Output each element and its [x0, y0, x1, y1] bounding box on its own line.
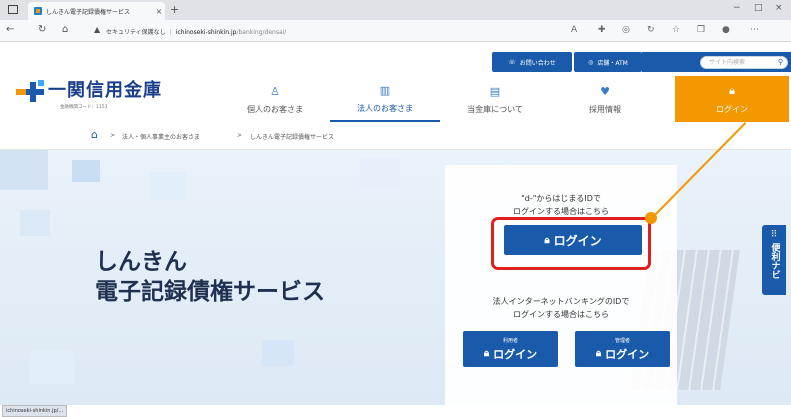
document-icon: ▤	[489, 85, 501, 98]
callout-dot	[645, 212, 657, 224]
recruit-icon: ♥	[600, 85, 610, 98]
decor-square	[262, 340, 294, 366]
branch-atm-label: 店舗・ATM	[597, 59, 628, 67]
decor-square	[0, 150, 48, 190]
browser-tab-bar: しんきん電子記録債権サービス × + − □ ×	[0, 0, 791, 20]
search-placeholder: サイト内検索	[709, 59, 746, 66]
location-pin-icon: ◎	[588, 58, 594, 66]
person-icon: ♙	[270, 85, 280, 98]
close-window-button[interactable]: ×	[775, 3, 783, 13]
lock-icon: 🔒︎	[595, 348, 602, 359]
nav-personal-label: 個人のお客さま	[247, 105, 303, 114]
lock-icon: 🔒︎	[483, 348, 490, 359]
phone-icon: ☏	[508, 58, 516, 66]
breadcrumb-separator: >	[110, 132, 116, 139]
nav-personal[interactable]: ♙ 個人のお客さま	[220, 78, 330, 122]
decor-square	[150, 172, 186, 200]
tab-title: しんきん電子記録債権サービス	[46, 8, 131, 16]
url-host: ichinoseki-shinkin.jp	[175, 29, 237, 36]
site-favicon-icon	[34, 7, 42, 15]
security-warning-text: セキュリティ保護なし	[106, 29, 166, 36]
extension-icon[interactable]: ✚	[598, 25, 606, 35]
ib-text-line1: 法人インターネットバンキングのIDで	[492, 297, 630, 306]
contact-button[interactable]: ☏ お問い合わせ	[492, 52, 572, 72]
bank-logo-text[interactable]: 一関信用金庫	[48, 76, 162, 102]
nav-corporate-label: 法人のお客さま	[357, 104, 413, 113]
url-field[interactable]: セキュリティ保護なし | ichinoseki-shinkin.jp/banking…	[106, 27, 286, 36]
logo-mark-icon	[16, 80, 44, 102]
decor-square	[30, 350, 74, 384]
back-icon[interactable]: ←	[6, 24, 14, 35]
nav-about-label: 当金庫について	[467, 105, 523, 114]
bank-code-text: 金融機関コード：1153	[60, 105, 108, 110]
collections-icon[interactable]: ❐	[697, 25, 705, 35]
refresh-sync-icon[interactable]: ↻	[647, 25, 655, 35]
decor-square	[20, 210, 50, 236]
side-navi-button[interactable]: ⠿ 便利ナビ	[762, 225, 786, 295]
contact-label: お問い合わせ	[519, 59, 556, 67]
site-search-input[interactable]: サイト内検索 ⚲	[700, 56, 788, 69]
decor-square	[72, 160, 100, 182]
status-bar-url: ichinoseki-shinkin.jp/...	[2, 405, 68, 417]
app-icon[interactable]: ◎	[622, 25, 630, 35]
address-bar: ← ↻ ⌂ ▲ セキュリティ保護なし | ichinoseki-shinkin.jp…	[0, 20, 791, 42]
login-panel: "d-"からはじまるIDで ログインする場合はこちら 🔒︎ ログイン 法人インタ…	[445, 165, 677, 405]
new-tab-button[interactable]: +	[170, 3, 179, 16]
window-menu-icon[interactable]	[8, 5, 18, 14]
favorite-icon[interactable]: ☆	[672, 25, 680, 35]
nav-login-label: ログイン	[716, 104, 748, 114]
minimize-button[interactable]: −	[733, 3, 741, 13]
user-button-small-label: 利用者	[502, 337, 518, 344]
admin-button-label: ログイン	[605, 347, 650, 361]
nav-login-button[interactable]: 🔒︎ ログイン	[675, 76, 789, 122]
hero-banner: しんきん 電子記録債権サービス "d-"からはじまるIDで ログインする場合はこ…	[0, 150, 791, 405]
home-icon[interactable]: ⌂	[62, 24, 68, 35]
read-aloud-icon[interactable]: A	[571, 25, 577, 35]
breadcrumb-current: しんきん電子記録債権サービス	[250, 134, 335, 141]
decor-square	[360, 158, 400, 188]
grid-icon: ⠿	[770, 230, 778, 240]
user-login-button[interactable]: 利用者 🔒︎ ログイン	[463, 331, 558, 367]
url-path: /banking/densai/	[236, 29, 287, 36]
breadcrumb-home-icon[interactable]: ⌂	[91, 128, 98, 141]
d-id-text-line1: "d-"からはじまるIDで	[521, 194, 601, 203]
hero-title-line1: しんきん	[95, 249, 187, 275]
browser-tab[interactable]: しんきん電子記録債権サービス ×	[28, 2, 165, 20]
building-icon: ▥	[379, 84, 391, 97]
tab-close-icon[interactable]: ×	[153, 7, 165, 16]
side-navi-label: 便利ナビ	[769, 243, 780, 279]
maximize-button[interactable]: □	[754, 3, 763, 13]
branch-atm-button[interactable]: ◎ 店舗・ATM	[574, 52, 642, 72]
nav-recruit-label: 採用情報	[589, 105, 621, 114]
admin-login-button[interactable]: 管理者 🔒︎ ログイン	[575, 331, 670, 367]
highlight-frame	[491, 217, 651, 270]
hero-title-line2: 電子記録債権サービス	[95, 279, 325, 305]
ib-text-line2: ログインする場合はこちら	[513, 310, 609, 319]
lock-icon: 🔒︎	[729, 83, 735, 97]
reload-icon[interactable]: ↻	[38, 24, 46, 35]
more-menu-icon[interactable]: ⋯	[750, 25, 759, 35]
search-icon[interactable]: ⚲	[778, 57, 783, 68]
breadcrumb-corporate[interactable]: 法人・個人事業主のお客さま	[122, 132, 200, 141]
warning-icon[interactable]: ▲	[94, 25, 100, 34]
admin-button-small-label: 管理者	[614, 337, 630, 344]
user-button-label: ログイン	[493, 347, 538, 361]
nav-recruit[interactable]: ♥ 採用情報	[550, 78, 660, 122]
breadcrumb-separator: >	[237, 132, 243, 139]
page-bottom	[0, 405, 791, 417]
nav-corporate[interactable]: ▥ 法人のお客さま	[330, 78, 440, 122]
nav-about[interactable]: ▤ 当金庫について	[440, 78, 550, 122]
profile-icon[interactable]: ●	[722, 25, 730, 35]
breadcrumb: ⌂ > 法人・個人事業主のお客さま > しんきん電子記録債権サービス	[0, 122, 791, 150]
